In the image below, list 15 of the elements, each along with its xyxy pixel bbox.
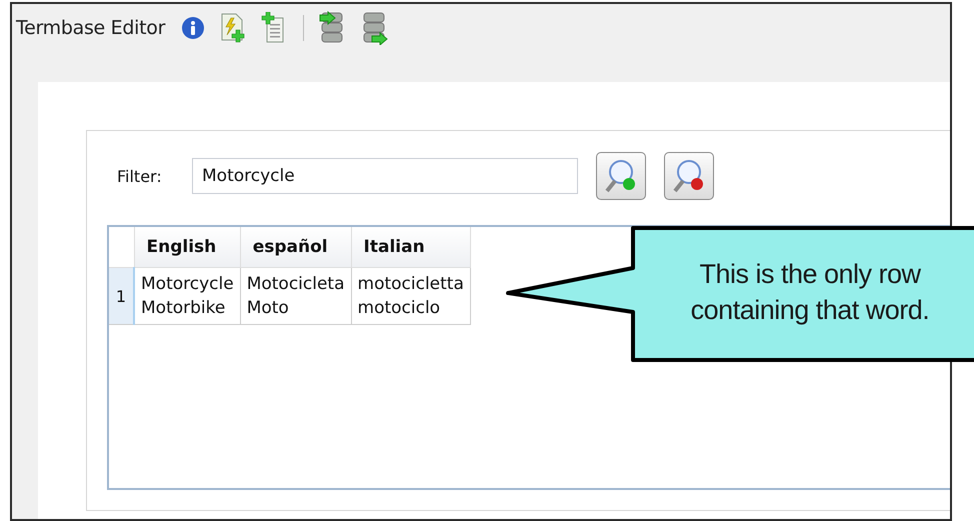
row-number[interactable]: 1: [109, 268, 134, 324]
callout-text: This is the only row containing that word.: [690, 258, 930, 327]
clear-search-button[interactable]: [664, 152, 714, 200]
table-cell: Motocicleta Moto: [240, 268, 352, 324]
column-header[interactable]: English: [134, 227, 240, 268]
filter-field[interactable]: Motorcycle: [192, 158, 578, 194]
table-cell: motocicletta motociclo: [351, 268, 470, 324]
window-title: Termbase Editor: [16, 17, 166, 39]
filter-label: Filter:: [116, 166, 163, 186]
column-header[interactable]: Italian: [351, 227, 470, 268]
info-icon[interactable]: [181, 16, 206, 40]
column-header[interactable]: español: [240, 227, 352, 268]
table-cell: Motorcycle Motorbike: [134, 268, 240, 324]
search-button[interactable]: [596, 152, 646, 200]
new-document-icon[interactable]: [219, 12, 248, 44]
